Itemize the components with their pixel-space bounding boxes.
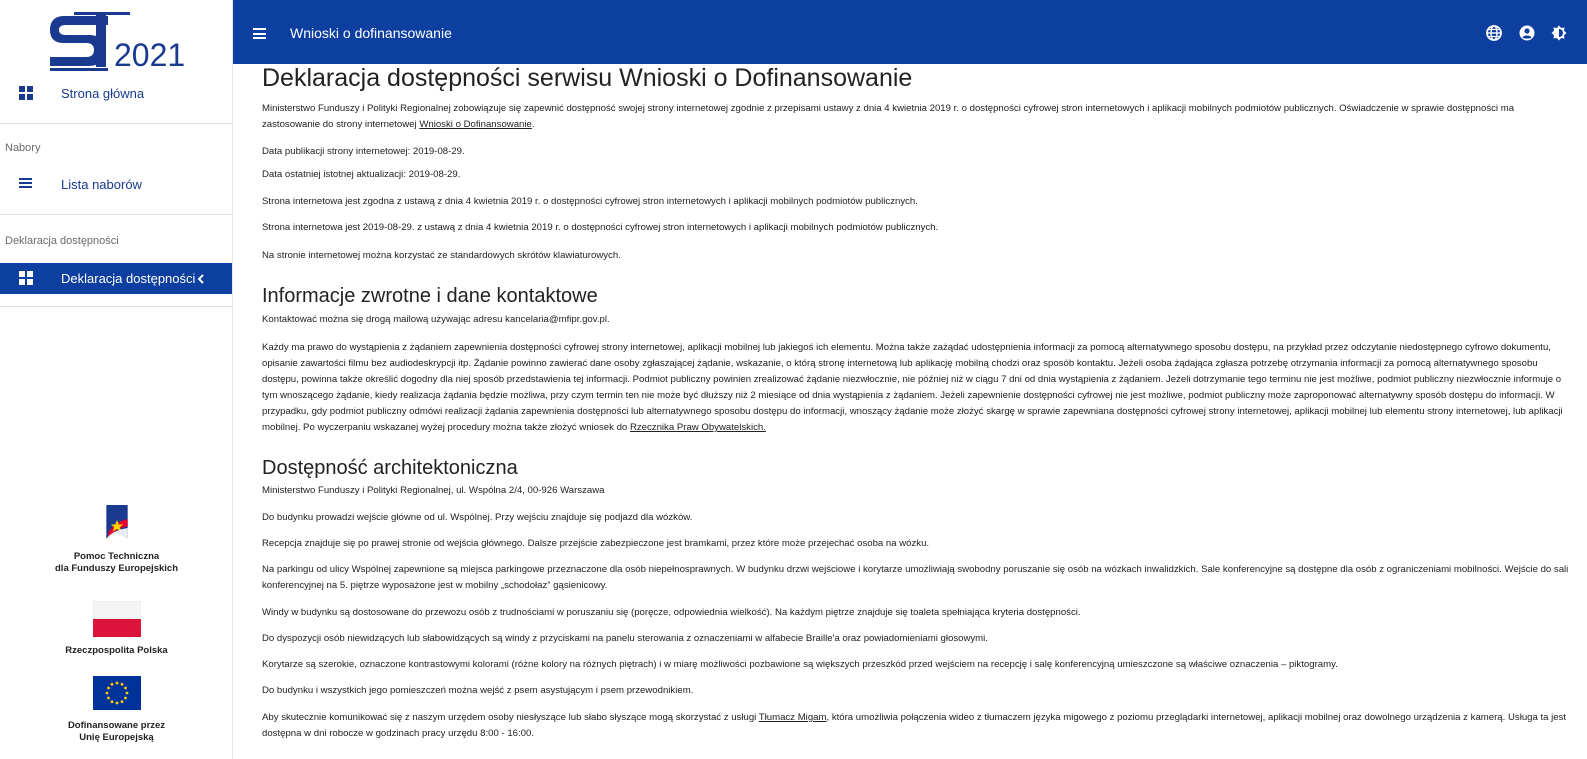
arch-paragraph: Windy w budynku są dostosowane do przewo… (262, 607, 1081, 618)
sidebar-item-lista-naborow[interactable]: Lista naborów (0, 169, 232, 199)
menu-icon[interactable] (253, 28, 266, 39)
sidebar-section-deklaracja: Deklaracja dostępności (5, 235, 119, 247)
polish-flag-icon (92, 600, 141, 637)
arch-paragraph: Recepcja znajduje się po prawej stronie … (262, 538, 930, 549)
dashboard-icon (19, 86, 33, 100)
arch-paragraph: Na parkingu od ulicy Wspólnej zapewnione… (262, 564, 1569, 591)
top-app-bar: Wnioski o dofinansowanie (233, 0, 1587, 64)
sidebar-divider (0, 123, 232, 124)
rights-text: Każdy ma prawo do wystąpienia z żądaniem… (262, 342, 1563, 433)
partner-name: Pomoc Techniczna (73, 551, 160, 562)
partner-eu: Dofinansowane przez Unię Europejską (0, 676, 233, 744)
intro-paragraph: Ministerstwo Funduszy i Polityki Regiona… (262, 101, 1572, 133)
fe-logo-icon (105, 504, 128, 539)
partner-pomoc-techniczna: Pomoc Techniczna dla Funduszy Europejski… (0, 503, 233, 575)
globe-icon[interactable] (1486, 25, 1502, 41)
arch-paragraph: Do dyspozycji osób niewidzących lub słab… (262, 633, 988, 644)
app-title: Wnioski o dofinansowanie (290, 25, 452, 41)
rights-paragraph: Każdy ma prawo do wystąpienia z żądaniem… (262, 340, 1572, 436)
sidebar-item-deklaracja[interactable]: Deklaracja dostępności (0, 263, 232, 294)
contact-info: Kontaktować można się drogą mailową używ… (262, 314, 610, 325)
intro-link[interactable]: Wnioski o Dofinansowanie (419, 119, 532, 130)
publication-date: Data publikacji strony internetowej: 201… (262, 146, 465, 157)
compliance-status-2: Strona internetowa jest 2019-08-29. z us… (262, 222, 939, 233)
sidebar-divider (0, 306, 232, 307)
dashboard-icon (19, 271, 33, 285)
migam-text-pre: Aby skutecznie komunikować się z naszym … (262, 712, 759, 723)
st2021-logo[interactable]: 2021 (46, 10, 186, 73)
sidebar-item-label: Strona główna (61, 85, 145, 101)
eu-flag-icon (92, 676, 141, 710)
arch-paragraph: Do budynku prowadzi wejście główne od ul… (262, 512, 693, 523)
sidebar-item-label: Lista naborów (61, 176, 142, 192)
partner-name: Dofinansowane przez (67, 720, 166, 731)
st2021-logo-image: 2021 (50, 12, 185, 73)
sidebar-item-label: Deklaracja dostępności (61, 271, 196, 286)
list-icon (19, 177, 33, 191)
arch-paragraph: Do budynku i wszystkich jego pomieszczeń… (262, 685, 694, 696)
keyboard-shortcuts-info: Na stronie internetowej można korzystać … (262, 250, 621, 261)
section-title-architecture: Dostępność architektoniczna (262, 457, 518, 479)
rpo-link[interactable]: Rzecznika Praw Obywatelskich. (630, 422, 766, 433)
sidebar-section-nabory: Nabory (5, 142, 41, 154)
arch-paragraph: Korytarze są szerokie, oznaczone kontras… (262, 659, 1338, 670)
section-title-feedback: Informacje zwrotne i dane kontaktowe (262, 285, 598, 307)
partner-name: Unię Europejską (79, 732, 154, 743)
update-date: Data ostatniej istotnej aktualizacji: 20… (262, 169, 461, 180)
sidebar: 2021 Strona główna Nabory Lista naborów … (0, 0, 233, 759)
sidebar-divider (0, 214, 232, 215)
user-icon[interactable] (1519, 25, 1535, 41)
arch-paragraph-migam: Aby skutecznie komunikować się z naszym … (262, 710, 1572, 742)
logo-year: 2021 (114, 37, 185, 72)
partner-name: Rzeczpospolita Polska (65, 645, 168, 656)
partner-name: dla Funduszy Europejskich (55, 563, 178, 574)
compliance-status: Strona internetowa jest zgodna z ustawą … (262, 196, 918, 207)
page-title: Deklaracja dostępności serwisu Wnioski o… (262, 64, 913, 92)
sidebar-item-home[interactable]: Strona główna (0, 78, 232, 108)
contrast-icon[interactable] (1551, 25, 1567, 41)
partner-rzeczpospolita: Rzeczpospolita Polska (0, 600, 233, 657)
intro-period: . (531, 119, 535, 130)
tlumacz-migam-link[interactable]: Tłumacz Migam (759, 712, 827, 723)
chevron-left-icon (195, 272, 207, 284)
office-address: Ministerstwo Funduszy i Polityki Regiona… (262, 485, 605, 496)
